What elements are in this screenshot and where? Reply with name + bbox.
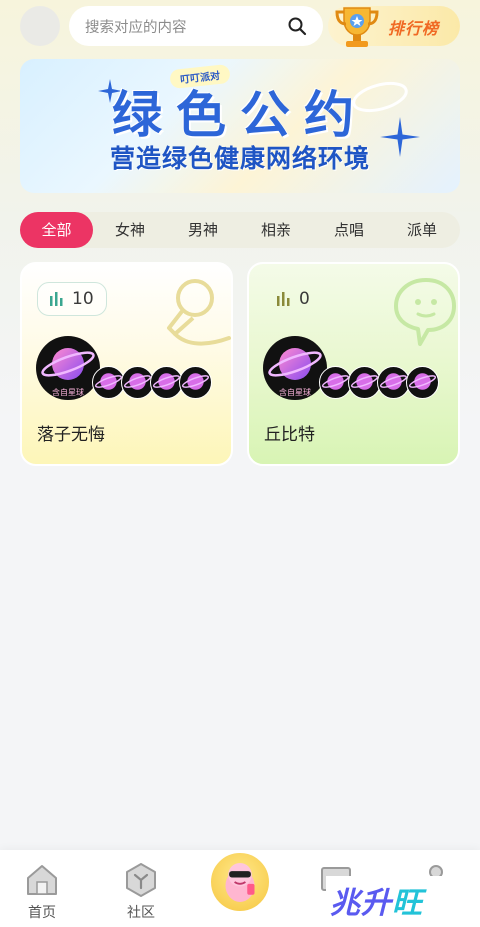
green-pact-banner[interactable]: 叮叮派对 绿色公约 营造绿色健康网络环境 [20, 59, 460, 193]
ranking-button[interactable]: 排行榜 [328, 6, 460, 47]
community-icon [126, 863, 156, 897]
watermark-text-part2: 旺 [392, 886, 423, 921]
header: 搜索对应的内容 排行榜 [0, 0, 480, 52]
nav-community-label[interactable]: 社区 [111, 902, 171, 922]
search-placeholder[interactable]: 搜索对应的内容 [85, 16, 287, 37]
audio-bars-icon [277, 292, 290, 306]
nav-community[interactable]: 社区 [111, 862, 171, 922]
host-avatar[interactable]: 含自星球 [263, 336, 327, 400]
watermark-text-part1: 兆升 [330, 886, 392, 921]
host-caption: 含自星球 [52, 388, 84, 397]
planet-icon [123, 373, 152, 390]
watermark-text: 兆升旺 [330, 878, 423, 922]
banner-subtitle: 营造绿色健康网络环境 [109, 144, 370, 173]
tab-dispatch[interactable]: 派单 [391, 212, 453, 248]
tab-male-god[interactable]: 男神 [172, 212, 234, 248]
guest-avatar[interactable] [406, 366, 439, 399]
tab-goddess[interactable]: 女神 [99, 212, 161, 248]
category-tabs: 全部 女神 男神 相亲 点唱 派单 [20, 212, 460, 248]
listener-count: 10 [72, 289, 94, 309]
guest-avatar[interactable] [179, 366, 212, 399]
tab-song-request[interactable]: 点唱 [318, 212, 380, 248]
search-bar[interactable]: 搜索对应的内容 [69, 6, 323, 46]
ranking-label[interactable]: 排行榜 [388, 15, 439, 39]
planet-icon [181, 373, 210, 390]
watermark: 兆升旺 [326, 876, 476, 922]
room-name[interactable]: 落子无悔 [37, 420, 105, 445]
planet-icon [152, 373, 181, 390]
room-name[interactable]: 丘比特 [264, 420, 315, 445]
room-card[interactable]: 10 含自星球 落子无悔 [20, 262, 233, 466]
party-center-button[interactable] [208, 850, 272, 914]
listener-count-badge: 0 [264, 282, 323, 316]
banner-title: 绿色公约 [112, 86, 368, 144]
nav-home[interactable]: 首页 [12, 862, 72, 922]
planet-icon [321, 373, 350, 390]
room-card[interactable]: 0 含自星球 丘比特 [247, 262, 460, 466]
host-avatar[interactable]: 含自星球 [36, 336, 100, 400]
mic-seats: 含自星球 [263, 336, 453, 400]
planet-icon [379, 373, 408, 390]
home-icon [27, 865, 57, 895]
nav-home-label[interactable]: 首页 [12, 902, 72, 922]
planet-icon [350, 373, 379, 390]
host-caption: 含自星球 [279, 388, 311, 397]
user-avatar[interactable] [20, 6, 60, 46]
listener-count: 0 [299, 289, 310, 309]
trophy-icon [335, 7, 379, 47]
search-icon[interactable] [287, 16, 307, 36]
mic-seats: 含自星球 [36, 336, 226, 400]
tab-all[interactable]: 全部 [20, 212, 93, 248]
listener-count-badge: 10 [37, 282, 107, 316]
tab-dating[interactable]: 相亲 [245, 212, 307, 248]
planet-icon [408, 373, 437, 390]
audio-bars-icon [50, 292, 63, 306]
planet-icon [94, 373, 123, 390]
party-mascot-icon [225, 862, 255, 902]
